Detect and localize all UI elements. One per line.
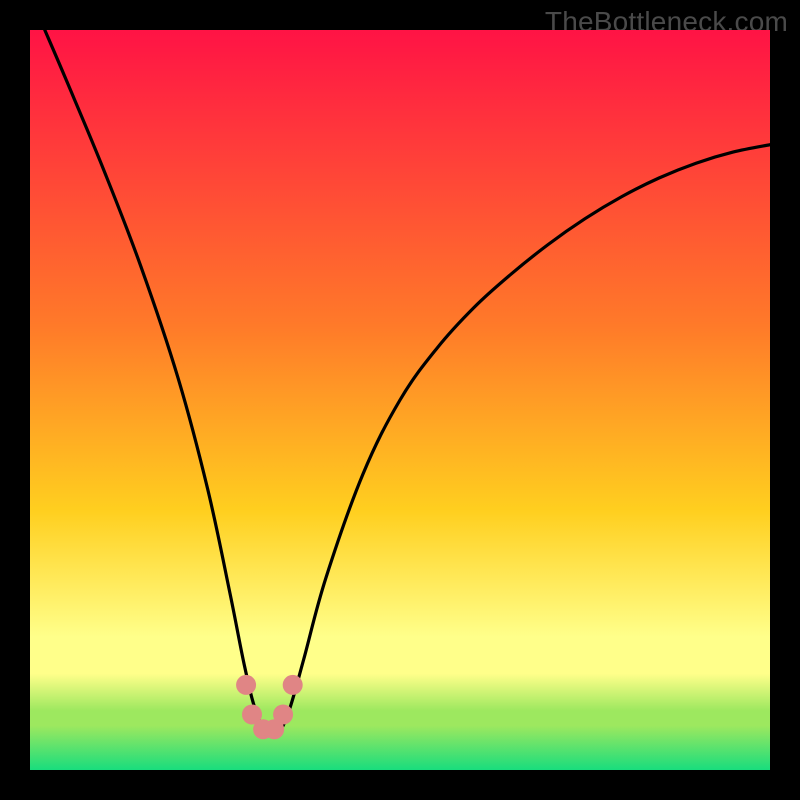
chart-svg (30, 30, 770, 770)
curve-marker (236, 675, 256, 695)
curve-marker (283, 675, 303, 695)
chart-frame (30, 30, 770, 770)
curve-marker (273, 705, 293, 725)
